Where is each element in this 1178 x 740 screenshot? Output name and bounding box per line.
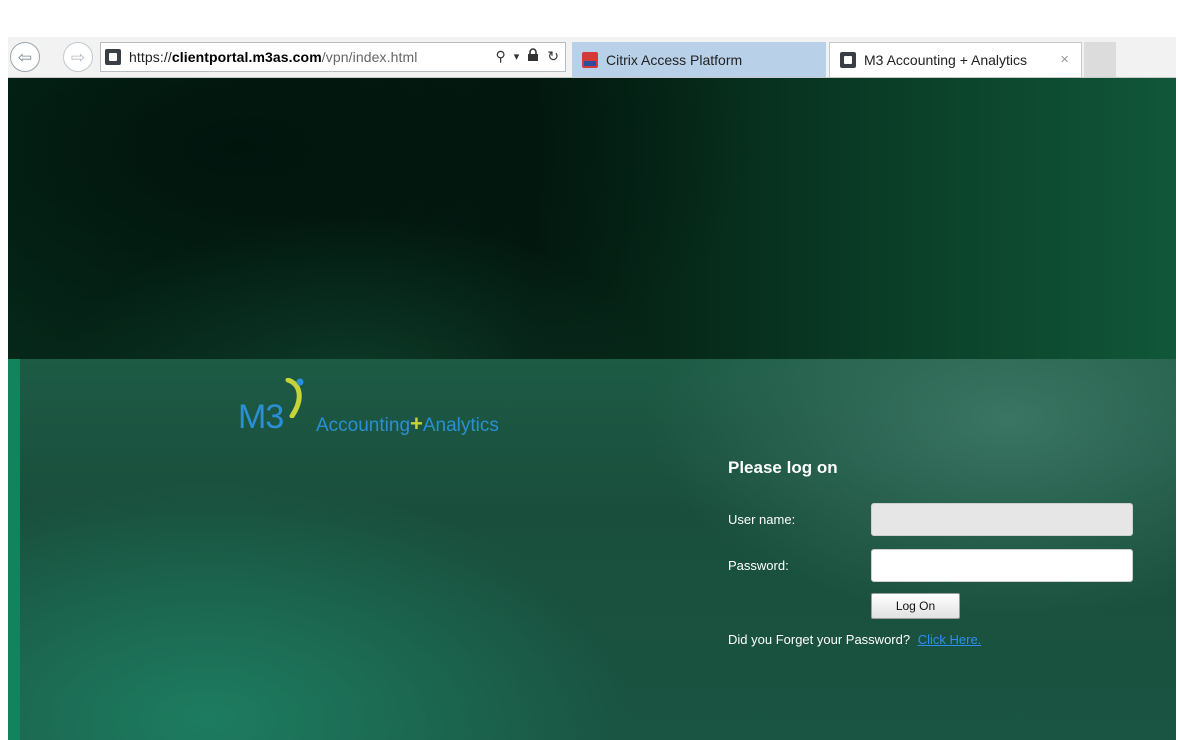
refresh-icon[interactable]: ↻ [547,48,559,65]
panel-accent-edge [8,359,20,740]
login-title: Please log on [728,458,838,477]
logo-wordmark: Accounting+Analytics [316,411,499,437]
log-on-button[interactable]: Log On [871,593,960,619]
lock-icon[interactable] [527,48,539,65]
username-label: User name: [728,512,796,527]
url-path: /vpn/index.html [321,49,418,65]
m3-logo: M3 Accounting+Analytics [238,378,538,448]
logo-m3-text: M3 [238,398,284,436]
m3-favicon-icon [840,52,856,68]
back-button[interactable]: ⇦ [10,42,40,72]
logo-analytics-text: Analytics [422,415,499,436]
password-label: Password: [728,558,789,573]
address-bar[interactable]: https://clientportal.m3as.com/vpn/index.… [100,42,566,72]
tab-citrix-access-platform[interactable]: Citrix Access Platform [572,42,826,77]
chevron-down-icon[interactable]: ▾ [514,50,520,63]
citrix-favicon-icon [582,51,598,68]
address-url[interactable]: https://clientportal.m3as.com/vpn/index.… [129,49,417,65]
logo-accounting-text: Accounting [316,415,411,436]
back-arrow-icon: ⇦ [17,47,33,67]
hero-banner [8,78,1176,359]
url-protocol: https:// [129,49,172,65]
new-tab-button[interactable] [1084,42,1116,77]
username-field[interactable] [871,503,1133,536]
logo-swoosh-icon [285,378,304,418]
tab-m3-accounting[interactable]: M3 Accounting + Analytics × [829,42,1082,77]
url-host: clientportal.m3as.com [171,49,322,65]
password-field[interactable] [871,549,1133,582]
search-icon[interactable]: ⚲ [495,48,505,65]
page-viewport [8,78,1176,740]
tab-label: Citrix Access Platform [606,51,743,68]
forward-button[interactable]: ⇨ [63,42,93,72]
forgot-password-text: Did you Forget your Password? [728,632,911,647]
logo-plus-text: + [410,411,423,436]
address-tools: ⚲ ▾ ↻ [495,48,559,65]
forgot-password-link[interactable]: Click Here. [918,632,982,647]
close-icon[interactable]: × [1060,51,1069,68]
site-page-icon [105,49,121,65]
forward-arrow-icon: ⇨ [70,47,86,67]
forgot-password-row: Did you Forget your Password? Click Here… [728,632,981,647]
tab-label: M3 Accounting + Analytics [864,52,1028,68]
browser-chrome: ⇦ ⇨ https://clientportal.m3as.com/vpn/in… [0,0,1178,78]
